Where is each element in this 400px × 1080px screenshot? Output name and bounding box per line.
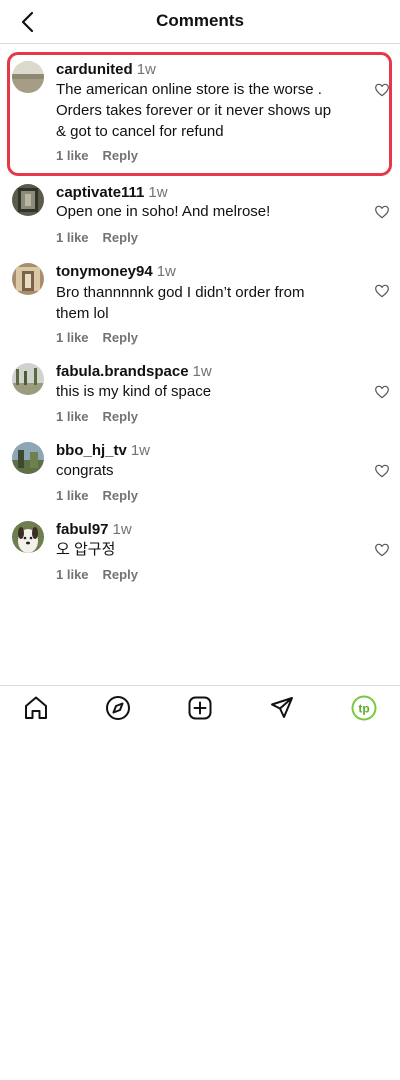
comment-time: 1w xyxy=(192,363,212,380)
comment-text: & got to cancel for refund xyxy=(56,123,224,140)
heart-icon[interactable] xyxy=(374,82,390,98)
comment-username[interactable]: captivate111 xyxy=(56,184,144,201)
profile-icon[interactable]: tp xyxy=(350,694,378,722)
comment-text: Bro thannnnnk god I didn’t order from xyxy=(56,284,305,301)
comment-text: The american online store is the worse . xyxy=(56,81,322,98)
heart-icon[interactable] xyxy=(374,384,390,400)
like-count[interactable]: 1 like xyxy=(56,488,89,503)
comment-text: Open one in soho! And melrose! xyxy=(56,203,271,220)
svg-text:tp: tp xyxy=(358,702,369,716)
avatar[interactable] xyxy=(12,184,44,216)
comment-username[interactable]: fabul97 xyxy=(56,521,109,538)
heart-icon[interactable] xyxy=(374,204,390,220)
heart-icon[interactable] xyxy=(374,283,390,299)
heart-icon[interactable] xyxy=(374,542,390,558)
avatar[interactable] xyxy=(12,442,44,474)
reply-button[interactable]: Reply xyxy=(103,567,138,582)
like-count[interactable]: 1 like xyxy=(56,230,89,245)
reply-button[interactable]: Reply xyxy=(103,330,138,345)
reply-button[interactable]: Reply xyxy=(103,409,138,424)
avatar[interactable] xyxy=(12,521,44,553)
reply-button[interactable]: Reply xyxy=(103,230,138,245)
comment-text: 오 압구정 xyxy=(56,541,116,558)
heart-icon[interactable] xyxy=(374,463,390,479)
page-title: Comments xyxy=(156,11,244,30)
like-count[interactable]: 1 like xyxy=(56,567,89,582)
comment-username[interactable]: cardunited xyxy=(56,61,133,78)
comment-username[interactable]: tonymoney94 xyxy=(56,263,153,280)
comment-username[interactable]: bbo_hj_tv xyxy=(56,442,127,459)
comment-text: Orders takes forever or it never shows u… xyxy=(56,102,332,119)
avatar[interactable] xyxy=(12,61,44,93)
bottom-tab-bar: tp xyxy=(0,685,400,731)
comment-text: congrats⁦⁦⁦ xyxy=(56,462,114,479)
new-post-icon[interactable] xyxy=(186,694,214,722)
home-icon[interactable] xyxy=(22,694,50,722)
comment-time: 1w xyxy=(148,184,168,201)
like-count[interactable]: 1 like xyxy=(56,409,89,424)
comment-time: 1w xyxy=(130,442,151,459)
reply-button[interactable]: Reply xyxy=(103,148,138,163)
reply-button[interactable]: Reply xyxy=(103,488,138,503)
comment-time: 1w xyxy=(112,521,132,538)
avatar[interactable] xyxy=(12,363,44,395)
comment-text: them lol xyxy=(56,305,109,322)
avatar[interactable] xyxy=(12,263,44,295)
comment-time: 1w xyxy=(156,263,176,280)
direct-message-icon[interactable] xyxy=(268,694,296,722)
comment-username[interactable]: fabula.brandspace xyxy=(56,363,189,380)
comment-text: this is my kind of space xyxy=(56,383,212,400)
like-count[interactable]: 1 like xyxy=(56,330,89,345)
comment-time: 1w xyxy=(136,61,156,78)
like-count[interactable]: 1 like xyxy=(56,148,89,163)
explore-icon[interactable] xyxy=(104,694,132,722)
header: Comments xyxy=(0,0,400,44)
